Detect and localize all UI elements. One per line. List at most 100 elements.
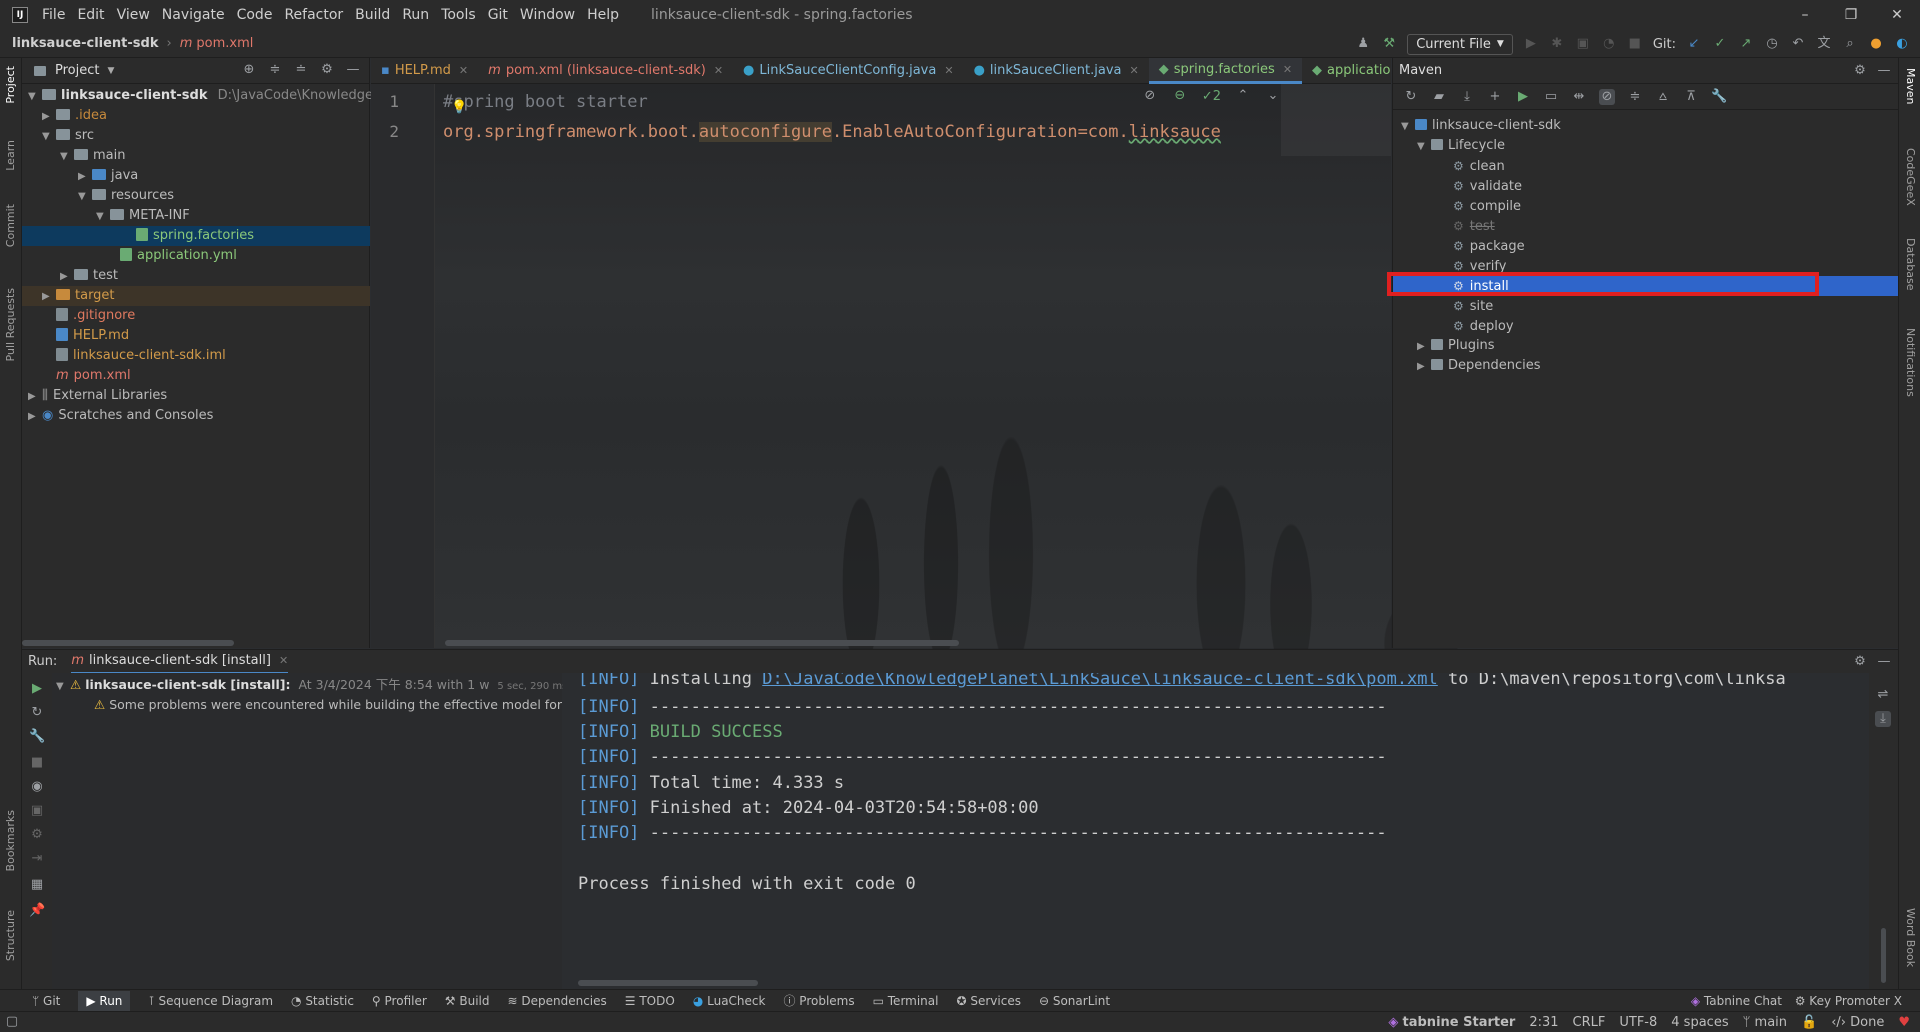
- menu-edit[interactable]: Edit: [77, 7, 104, 23]
- skip-tests-icon[interactable]: ⊘: [1599, 88, 1615, 105]
- hide-panel-icon[interactable]: —: [345, 62, 361, 78]
- tool-pull-requests[interactable]: Pull Requests: [4, 288, 17, 361]
- locate-icon[interactable]: ⊕: [241, 62, 257, 78]
- tool-terminal[interactable]: ▭ Terminal: [873, 994, 939, 1008]
- git-commit-icon[interactable]: ✓: [1712, 36, 1728, 52]
- layout-icon[interactable]: ▦: [29, 877, 45, 893]
- update-icon[interactable]: ●: [1868, 36, 1884, 52]
- problems-count[interactable]: ✓2: [1202, 89, 1221, 104]
- soft-wrap-icon[interactable]: ⇌: [1875, 687, 1891, 703]
- rerun-failed-icon[interactable]: ↻: [29, 705, 45, 721]
- maven-goal-clean[interactable]: ⚙ clean: [1453, 156, 1505, 176]
- tree-item-iml[interactable]: linksauce-client-sdk.iml: [56, 346, 226, 366]
- tab-pom-xml[interactable]: m pom.xml (linksauce-client-sdk) ✕: [478, 58, 733, 84]
- editor-area[interactable]: ⊘ ⊖ ✓2 ⌃ ⌄: [371, 84, 1501, 684]
- menu-git[interactable]: Git: [488, 7, 508, 23]
- console-horizontal-scrollbar[interactable]: [578, 980, 758, 986]
- restore-icon[interactable]: ❐: [1828, 0, 1874, 30]
- tool-commit[interactable]: Commit: [4, 204, 17, 247]
- git-branch[interactable]: ᛘ main: [1743, 1015, 1787, 1030]
- maven-plugins[interactable]: ▶ Plugins: [1417, 336, 1495, 356]
- gear-icon[interactable]: ⚙: [29, 827, 45, 843]
- tree-item-src[interactable]: ▼ src: [42, 126, 94, 146]
- chevron-down-icon[interactable]: ⌄: [1265, 88, 1281, 104]
- tree-item-external-libraries[interactable]: ▶ ⫼ External Libraries: [28, 386, 167, 406]
- tree-item-pom-xml[interactable]: m pom.xml: [56, 366, 131, 386]
- tool-sequence-diagram[interactable]: ⊺ Sequence Diagram: [148, 994, 273, 1008]
- eye-icon[interactable]: ◉: [29, 779, 45, 795]
- settings-gear-icon[interactable]: ⚙: [319, 62, 335, 78]
- tool-statistic[interactable]: ◔ Statistic: [291, 994, 354, 1008]
- rollback-icon[interactable]: ↶: [1790, 36, 1806, 52]
- close-tab-icon[interactable]: ✕: [1130, 64, 1139, 77]
- coverage-icon[interactable]: ▣: [1575, 36, 1591, 52]
- minimize-icon[interactable]: –: [1782, 0, 1828, 30]
- close-icon[interactable]: ✕: [1874, 0, 1920, 30]
- console-output[interactable]: [INFO] Installing D:\JavaCode\KnowledgeP…: [563, 673, 1869, 989]
- maven-settings-wrench-icon[interactable]: 🔧: [1711, 89, 1727, 105]
- tool-structure[interactable]: Structure: [4, 910, 17, 961]
- add-icon[interactable]: +: [1487, 89, 1503, 105]
- reader-mode-icon[interactable]: ⊘: [1142, 88, 1158, 104]
- menu-build[interactable]: Build: [355, 7, 390, 23]
- close-tab-icon[interactable]: ✕: [279, 654, 288, 667]
- run-tab[interactable]: m linksauce-client-sdk [install] ✕: [71, 650, 289, 674]
- code-line-1[interactable]: 💡 #spring boot starter: [443, 92, 648, 115]
- menu-view[interactable]: View: [117, 7, 150, 23]
- collapse-icon[interactable]: ≑: [1627, 89, 1643, 105]
- close-tab-icon[interactable]: ✕: [944, 64, 953, 77]
- tab-help-md[interactable]: ▪ HELP.md ✕: [371, 58, 478, 84]
- tool-sonarlint[interactable]: ⊖ SonarLint: [1039, 994, 1110, 1008]
- maven-dependencies[interactable]: ▶ Dependencies: [1417, 356, 1541, 376]
- cursor-position[interactable]: 2:31: [1529, 1015, 1558, 1030]
- tree-item-spring-factories[interactable]: spring.factories: [22, 226, 370, 246]
- tool-run[interactable]: ▶ Run: [78, 990, 131, 1011]
- maven-root[interactable]: ▼ linksauce-client-sdk: [1401, 116, 1561, 136]
- tool-problems[interactable]: ⓘ Problems: [783, 992, 854, 1009]
- close-tab-icon[interactable]: ✕: [1283, 63, 1292, 76]
- execute-goal-icon[interactable]: ▭: [1543, 89, 1559, 105]
- plugin-icon[interactable]: ◐: [1894, 36, 1910, 52]
- tab-application[interactable]: ◆ applicatio: [1302, 58, 1400, 84]
- panel-toggle-icon[interactable]: ▢: [4, 1014, 20, 1030]
- user-icon[interactable]: ♟: [1355, 36, 1371, 52]
- tree-item-java[interactable]: ▶ java: [78, 166, 138, 186]
- project-panel-title[interactable]: Project: [55, 63, 99, 78]
- git-push-icon[interactable]: ↗: [1738, 36, 1754, 52]
- run-tree-root[interactable]: ▼ ⚠ linksauce-client-sdk [install]: At 3/4…: [56, 675, 567, 695]
- maven-lifecycle[interactable]: ▼ Lifecycle: [1417, 136, 1505, 156]
- editor-horizontal-scrollbar[interactable]: [445, 640, 959, 646]
- run-config-dropdown[interactable]: Current File ▼: [1407, 33, 1513, 55]
- expand-all-icon[interactable]: ≑: [267, 62, 283, 78]
- menu-refactor[interactable]: Refactor: [284, 7, 343, 23]
- tree-item-meta-inf[interactable]: ▼ META-INF: [96, 206, 190, 226]
- comment-bulb-icon[interactable]: 💡: [451, 100, 467, 115]
- chevron-up-icon[interactable]: ⌃: [1235, 88, 1251, 104]
- tool-dependencies[interactable]: ≋ Dependencies: [507, 994, 606, 1008]
- hide-panel-icon[interactable]: —: [1876, 654, 1892, 670]
- indent-setting[interactable]: 4 spaces: [1671, 1015, 1728, 1030]
- show-dependencies-icon[interactable]: ⩟: [1655, 89, 1671, 105]
- maven-goal-package[interactable]: ⚙ package: [1453, 236, 1525, 256]
- menu-file[interactable]: File: [42, 7, 65, 23]
- build-hammer-icon[interactable]: ⚒: [1381, 36, 1397, 52]
- tab-linksauce-client-config[interactable]: ● LinkSauceClientConfig.java ✕: [733, 58, 964, 84]
- console-vertical-scrollbar[interactable]: [1881, 928, 1886, 983]
- menu-help[interactable]: Help: [587, 7, 619, 23]
- tool-git[interactable]: ᛘ Git: [32, 994, 60, 1008]
- close-tab-icon[interactable]: ✕: [714, 64, 723, 77]
- run-icon[interactable]: ▶: [1523, 36, 1539, 52]
- tool-learn[interactable]: Learn: [4, 140, 17, 171]
- tabnine-status[interactable]: ◈ tabnine Starter: [1388, 1015, 1515, 1030]
- tab-spring-factories[interactable]: ◆ spring.factories ✕: [1148, 57, 1303, 84]
- codegeex-status[interactable]: ‹/› Done: [1831, 1015, 1884, 1030]
- camera-icon[interactable]: ▣: [29, 803, 45, 819]
- menu-code[interactable]: Code: [237, 7, 273, 23]
- settings-gear-icon[interactable]: ⚙: [1852, 654, 1868, 670]
- maven-goal-test[interactable]: ⚙ test: [1453, 216, 1495, 236]
- collapse-all-icon[interactable]: ≐: [293, 62, 309, 78]
- tool-codegeex[interactable]: CodeGeeX: [1904, 148, 1917, 206]
- download-icon[interactable]: ⤓: [1459, 89, 1475, 105]
- maven-goal-deploy[interactable]: ⚙ deploy: [1453, 316, 1514, 336]
- maven-goal-validate[interactable]: ⚙ validate: [1453, 176, 1522, 196]
